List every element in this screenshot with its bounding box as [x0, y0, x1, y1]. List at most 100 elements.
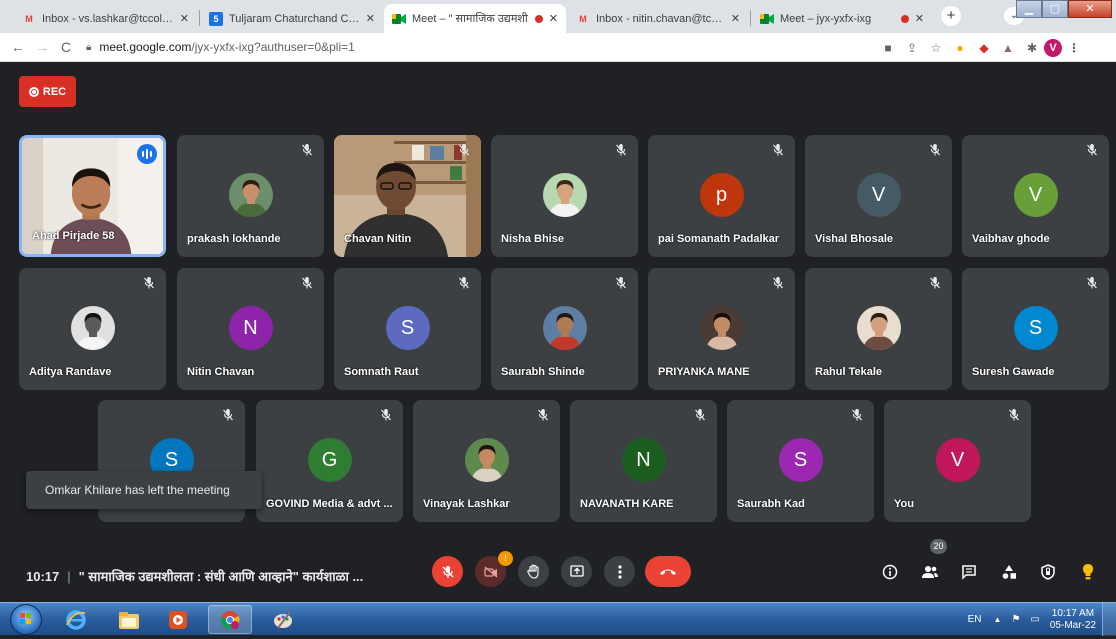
participant-tile[interactable]: Chavan Nitin	[334, 135, 481, 257]
new-tab-button[interactable]: +	[941, 6, 961, 26]
os-taskbar: EN ▲ ⚑ ▭ 10:17 AM 05-Mar-22	[0, 602, 1116, 636]
profile-photo	[699, 306, 744, 350]
present-screen-button[interactable]	[561, 556, 592, 587]
participant-tile[interactable]: PRIYANKA MANE	[648, 268, 795, 390]
participant-tile[interactable]: Ahad Pirjade 58	[19, 135, 166, 257]
chat-button[interactable]	[957, 560, 981, 584]
participant-tile[interactable]: p pai Somanath Padalkar	[648, 135, 795, 257]
taskbar-explorer-icon[interactable]	[107, 605, 151, 634]
participant-tile[interactable]: prakash lokhande	[177, 135, 324, 257]
tab-meet-active[interactable]: Meet – " सामाजिक उद्यमशी ✕	[384, 4, 566, 33]
participant-tile[interactable]: Saurabh Shinde	[491, 268, 638, 390]
participant-name: Nisha Bhise	[501, 233, 564, 245]
meeting-info: 10:17 | " सामाजिक उद्यमशीलता : संधी आणि आव…	[26, 567, 363, 585]
raise-hand-button[interactable]	[518, 556, 549, 587]
start-button[interactable]	[10, 604, 42, 635]
participant-tile[interactable]: S Somnath Raut	[334, 268, 481, 390]
language-indicator[interactable]: EN	[968, 614, 982, 625]
separator: |	[67, 569, 71, 584]
tab-divider	[750, 10, 751, 26]
extension-bulb-icon[interactable]: ●	[948, 41, 972, 55]
participant-name: Ahad Pirjade 58	[32, 230, 115, 242]
show-hidden-icons-icon[interactable]: ▲	[994, 615, 1002, 624]
action-center-flag-icon[interactable]: ⚑	[1011, 614, 1020, 625]
participant-tile[interactable]: S Suresh Gawade	[962, 268, 1109, 390]
extensions-puzzle-icon[interactable]: ✱	[1020, 41, 1044, 55]
taskbar-ie-icon[interactable]	[54, 605, 98, 634]
bookmark-star-icon[interactable]: ☆	[924, 41, 948, 55]
participant-name: Saurabh Kad	[737, 498, 805, 510]
close-window-icon[interactable]: ✕	[1068, 0, 1112, 18]
close-tab-icon[interactable]: ✕	[180, 12, 189, 25]
tab-college[interactable]: 5 Tuljaram Chaturchand College ✕	[201, 4, 383, 33]
close-tab-icon[interactable]: ✕	[549, 12, 558, 25]
initial-avatar: N	[621, 438, 666, 482]
participant-tile[interactable]: S Saurabh Kad	[727, 400, 874, 522]
gmail-icon: M	[579, 13, 587, 24]
participant-tile[interactable]: Nisha Bhise	[491, 135, 638, 257]
close-tab-icon[interactable]: ✕	[915, 12, 924, 25]
activities-button[interactable]	[997, 560, 1021, 584]
participant-tile[interactable]: V Vishal Bhosale	[805, 135, 952, 257]
close-tab-icon[interactable]: ✕	[731, 12, 740, 25]
taskbar-clock[interactable]: 10:17 AM 05-Mar-22	[1050, 608, 1096, 632]
profile-avatar[interactable]: V	[1044, 38, 1062, 57]
mic-toggle-button[interactable]	[432, 556, 463, 587]
clock-date: 05-Mar-22	[1049, 619, 1096, 631]
companion-bulb-button[interactable]	[1076, 560, 1100, 584]
network-icon[interactable]: ▭	[1030, 614, 1039, 625]
participant-tile[interactable]: N NAVANATH KARE	[570, 400, 717, 522]
close-tab-icon[interactable]: ✕	[366, 12, 375, 25]
host-controls-button[interactable]	[1036, 560, 1060, 584]
recording-badge[interactable]: REC	[19, 76, 76, 107]
browser-tab-strip: M Inbox - vs.lashkar@tccollege.org ✕ 5 T…	[0, 0, 1116, 33]
meeting-details-button[interactable]	[878, 560, 902, 584]
participant-tile[interactable]: Aditya Randave	[19, 268, 166, 390]
show-desktop-button[interactable]	[1102, 603, 1116, 636]
participant-name: Vishal Bhosale	[815, 233, 894, 245]
site-icon: 5	[209, 11, 223, 26]
participant-tile[interactable]: V You	[884, 400, 1031, 522]
camera-toggle-button[interactable]: !	[475, 551, 513, 587]
initial-avatar: N	[228, 306, 273, 350]
back-icon[interactable]: ←	[6, 39, 30, 55]
participant-tile[interactable]: V Vaibhav ghode	[962, 135, 1109, 257]
clock-time: 10:17 AM	[1051, 607, 1095, 619]
mic-off-icon	[693, 408, 707, 422]
participant-tile[interactable]: Rahul Tekale	[805, 268, 952, 390]
people-button[interactable]	[918, 560, 942, 584]
participant-tile[interactable]: Vinayak Lashkar	[413, 400, 560, 522]
browser-menu-icon[interactable]: ⋮	[1062, 41, 1086, 55]
minimize-icon[interactable]: ▁	[1016, 0, 1042, 18]
share-icon[interactable]: ⇪	[900, 41, 924, 55]
meet-icon	[392, 12, 406, 26]
participant-tile[interactable]: N Nitin Chavan	[177, 268, 324, 390]
participant-name: Aditya Randave	[29, 366, 112, 378]
meet-stage: REC Ahad Pirjade 58 prakash lokhande Chava…	[0, 62, 1116, 602]
shield-icon	[1041, 564, 1055, 580]
participant-tile[interactable]: G GOVIND Media & advt ...	[256, 400, 403, 522]
mic-off-icon	[850, 408, 864, 422]
participant-name: Vaibhav ghode	[972, 233, 1050, 245]
camera-in-use-icon[interactable]: ■	[876, 41, 900, 55]
tab-gmail-lashkar[interactable]: M Inbox - vs.lashkar@tccollege.org ✕	[14, 4, 197, 33]
extension-brown-icon[interactable]: ▲	[996, 41, 1020, 55]
hang-up-icon	[660, 569, 676, 575]
tab-meet-2[interactable]: Meet – jyx-yxfx-ixg ✕	[752, 4, 932, 33]
forward-icon[interactable]: →	[30, 39, 54, 55]
more-options-button[interactable]	[604, 556, 635, 587]
tab-gmail-nitin[interactable]: M Inbox - nitin.chavan@tccollege.org ✕	[568, 4, 748, 33]
mic-off-icon	[536, 408, 550, 422]
extension-red-icon[interactable]: ◆	[972, 41, 996, 55]
toolbar-icons: ■ ⇪ ☆ ● ◆ ▲ ✱ V ⋮	[876, 33, 1086, 62]
leave-call-button[interactable]	[645, 556, 691, 587]
meeting-title[interactable]: " सामाजिक उद्यमशीलता : संधी आणि आव्हाने"…	[79, 569, 364, 584]
mic-off-icon	[928, 276, 942, 290]
tab-title: Inbox - vs.lashkar@tccollege.org	[42, 12, 174, 25]
restore-icon[interactable]: ▢	[1042, 0, 1068, 18]
url-field[interactable]: 🔒︎ meet.google.com/jyx-yxfx-ixg?authuser…	[86, 40, 355, 54]
reload-icon[interactable]: C	[54, 39, 78, 55]
taskbar-paint-icon[interactable]	[261, 605, 305, 634]
taskbar-chrome-icon[interactable]	[208, 605, 252, 634]
taskbar-media-player-icon[interactable]	[156, 605, 200, 634]
